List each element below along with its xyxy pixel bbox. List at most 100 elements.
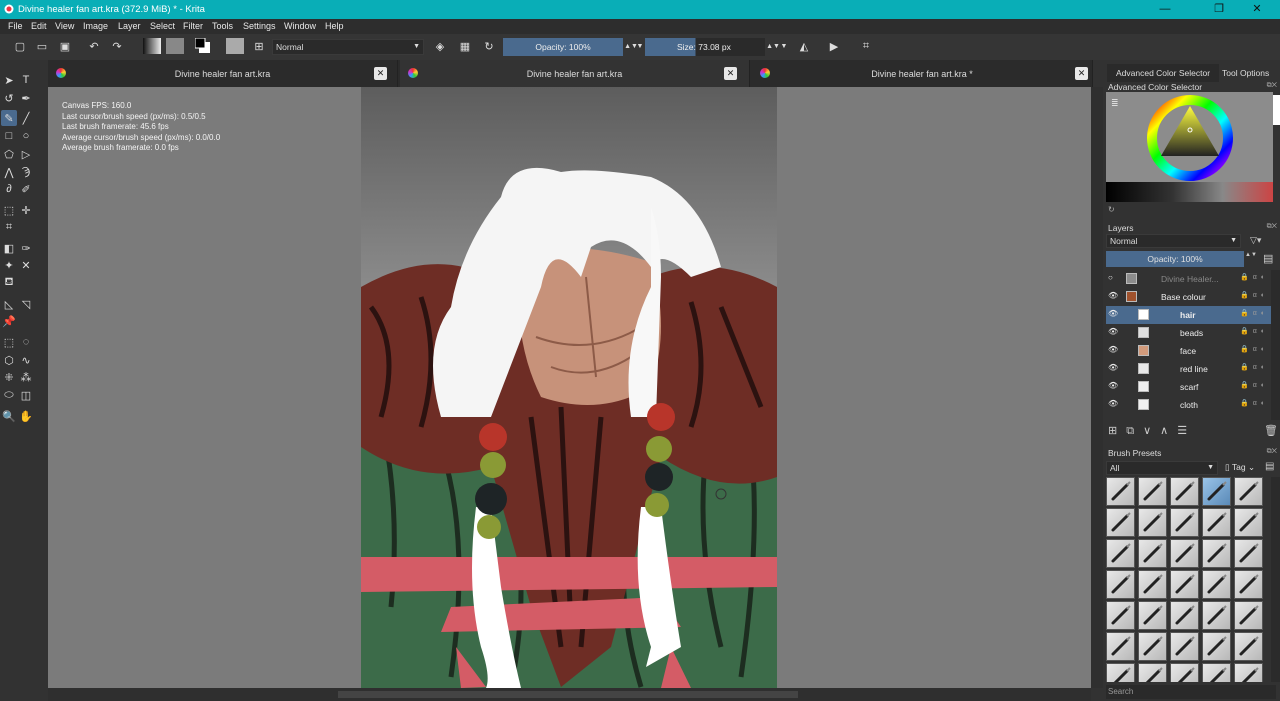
brush-preset-item[interactable]: [1138, 601, 1167, 630]
menu-file[interactable]: File: [8, 21, 23, 31]
color-history-strip[interactable]: [1106, 182, 1273, 202]
brush-search-input[interactable]: Search: [1106, 685, 1276, 699]
delete-layer-icon[interactable]: 🗑: [1264, 424, 1278, 437]
multibrush-tool-icon[interactable]: ✐: [18, 181, 34, 197]
layer-opacity-slider[interactable]: Opacity: 100%: [1106, 251, 1244, 267]
open-document-icon[interactable]: ▭: [34, 38, 50, 54]
menu-view[interactable]: View: [55, 21, 74, 31]
visibility-eye-icon[interactable]: 👁: [1108, 363, 1118, 372]
move-layer-up-icon[interactable]: ∧: [1160, 425, 1177, 437]
menu-image[interactable]: Image: [83, 21, 108, 31]
layer-lock-alpha-icons[interactable]: 🔒α◐: [1240, 363, 1269, 371]
close-tab-icon[interactable]: ✕: [724, 67, 737, 80]
brush-preset-item[interactable]: [1106, 632, 1135, 661]
brush-preset-item[interactable]: [1234, 663, 1263, 682]
tag-button[interactable]: ▯ Tag ⌄: [1225, 462, 1255, 473]
preserve-alpha-icon[interactable]: ▦: [457, 38, 473, 54]
brush-preset-item[interactable]: [1202, 539, 1231, 568]
size-slider[interactable]: Size: 73.08 px: [645, 38, 765, 56]
menu-select[interactable]: Select: [150, 21, 175, 31]
visibility-eye-icon[interactable]: 👁: [1108, 327, 1118, 336]
new-document-icon[interactable]: ▢: [12, 38, 28, 54]
tab-document-1[interactable]: Divine healer fan art.kra ✕: [48, 60, 398, 87]
visibility-eye-icon[interactable]: 👁: [1108, 399, 1118, 408]
brush-preset-item[interactable]: [1202, 508, 1231, 537]
tab-tool-options[interactable]: Tool Options: [1213, 64, 1278, 82]
fill-tool-icon[interactable]: ⛾: [1, 275, 17, 291]
edit-shapes-tool-icon[interactable]: ↺: [1, 90, 17, 106]
mirror-horizontal-icon[interactable]: ◭: [796, 38, 812, 54]
dynamic-brush-tool-icon[interactable]: ∂: [1, 181, 17, 197]
brush-preset-item[interactable]: [1234, 632, 1263, 661]
polygonal-selection-tool-icon[interactable]: ⬡: [1, 352, 17, 368]
freehand-brush-tool-icon[interactable]: ✎: [1, 110, 17, 126]
visibility-eye-icon[interactable]: ○: [1108, 273, 1113, 282]
panel-float-close-icon[interactable]: ⧉✕: [1267, 82, 1277, 90]
refresh-icon[interactable]: ↻: [1108, 205, 1115, 214]
gradient-tool-icon[interactable]: ◧: [1, 240, 17, 256]
redo-icon[interactable]: ↷: [109, 38, 125, 54]
brush-preset-item[interactable]: [1234, 508, 1263, 537]
brush-preset-item[interactable]: [1234, 539, 1263, 568]
move-tool-icon[interactable]: ✛: [18, 202, 34, 218]
layer-filter-icon[interactable]: ▽▾: [1250, 235, 1261, 246]
menu-tools[interactable]: Tools: [212, 21, 233, 31]
gradient-selector-icon[interactable]: [143, 38, 161, 54]
reload-preset-icon[interactable]: ↻: [481, 38, 497, 54]
layer-row[interactable]: 👁 hair 🔒α◐: [1106, 306, 1271, 324]
add-layer-icon[interactable]: ⊞: [1108, 425, 1126, 437]
eraser-mode-icon[interactable]: ◈: [432, 38, 448, 54]
layer-row[interactable]: 👁 face 🔒α◐: [1106, 342, 1271, 360]
text-tool-icon[interactable]: T: [18, 72, 34, 88]
duplicate-layer-icon[interactable]: ⧉: [1126, 425, 1143, 437]
menu-layer[interactable]: Layer: [118, 21, 141, 31]
brush-preset-item[interactable]: [1170, 539, 1199, 568]
menu-help[interactable]: Help: [325, 21, 344, 31]
brush-preset-item[interactable]: [1202, 663, 1231, 682]
wrap-around-icon[interactable]: ⌗: [858, 38, 874, 54]
opacity-slider[interactable]: Opacity: 100%: [503, 38, 623, 56]
move-layer-down-icon[interactable]: ∨: [1143, 425, 1160, 437]
brush-tag-filter-select[interactable]: All ▼: [1106, 461, 1218, 475]
visibility-eye-icon[interactable]: 👁: [1108, 345, 1118, 354]
assistant-tool-icon[interactable]: ✕: [18, 257, 34, 273]
horizontal-scrollbar[interactable]: [48, 688, 1091, 701]
freehand-selection-tool-icon[interactable]: ∿: [18, 352, 34, 368]
brush-preset-item[interactable]: [1234, 477, 1263, 506]
brush-preset-item[interactable]: [1138, 508, 1167, 537]
layer-properties-icon[interactable]: ☰: [1177, 425, 1196, 437]
brush-preset-item[interactable]: [1170, 477, 1199, 506]
close-tab-icon[interactable]: ✕: [1075, 67, 1088, 80]
ellipse-tool-icon[interactable]: ○: [18, 128, 34, 144]
brush-preset-icon[interactable]: [226, 38, 244, 54]
rectangle-tool-icon[interactable]: □: [1, 128, 17, 144]
brush-preset-item[interactable]: [1138, 632, 1167, 661]
layer-lock-alpha-icons[interactable]: 🔒α◐: [1240, 327, 1269, 335]
undo-icon[interactable]: ↶: [86, 38, 102, 54]
calligraphy-tool-icon[interactable]: ✒: [18, 90, 34, 106]
smart-patch-tool-icon[interactable]: ✦: [1, 257, 17, 273]
artwork-canvas[interactable]: [361, 87, 777, 688]
minimize-button[interactable]: —: [1142, 0, 1188, 19]
bezier-tool-icon[interactable]: ⋀: [1, 164, 17, 180]
brush-preset-item[interactable]: [1106, 508, 1135, 537]
menu-window[interactable]: Window: [284, 21, 316, 31]
close-window-button[interactable]: ✕: [1234, 0, 1280, 19]
pan-tool-icon[interactable]: ✋: [18, 408, 34, 424]
measure-tool-icon[interactable]: ◺: [1, 296, 17, 312]
color-picker-tool-icon[interactable]: ✑: [18, 240, 34, 256]
brush-grid-scrollbar[interactable]: [1271, 477, 1280, 682]
layer-list-scrollbar[interactable]: [1271, 270, 1280, 420]
freehand-path-tool-icon[interactable]: Ϡ: [18, 164, 34, 180]
tab-advanced-color-selector[interactable]: Advanced Color Selector: [1107, 64, 1220, 82]
perspective-tool-icon[interactable]: ◹: [18, 296, 34, 312]
layer-blend-mode-select[interactable]: Normal ▼: [1106, 234, 1241, 248]
elliptical-selection-tool-icon[interactable]: ◌: [18, 334, 34, 350]
tab-document-2[interactable]: Divine healer fan art.kra ✕: [400, 60, 750, 87]
brush-preset-item[interactable]: [1234, 570, 1263, 599]
brush-preset-item[interactable]: [1202, 570, 1231, 599]
brush-preset-item[interactable]: [1138, 663, 1167, 682]
brush-preset-item[interactable]: [1170, 632, 1199, 661]
brush-preset-item[interactable]: [1106, 477, 1135, 506]
color-selector-scroll[interactable]: [1273, 95, 1280, 125]
